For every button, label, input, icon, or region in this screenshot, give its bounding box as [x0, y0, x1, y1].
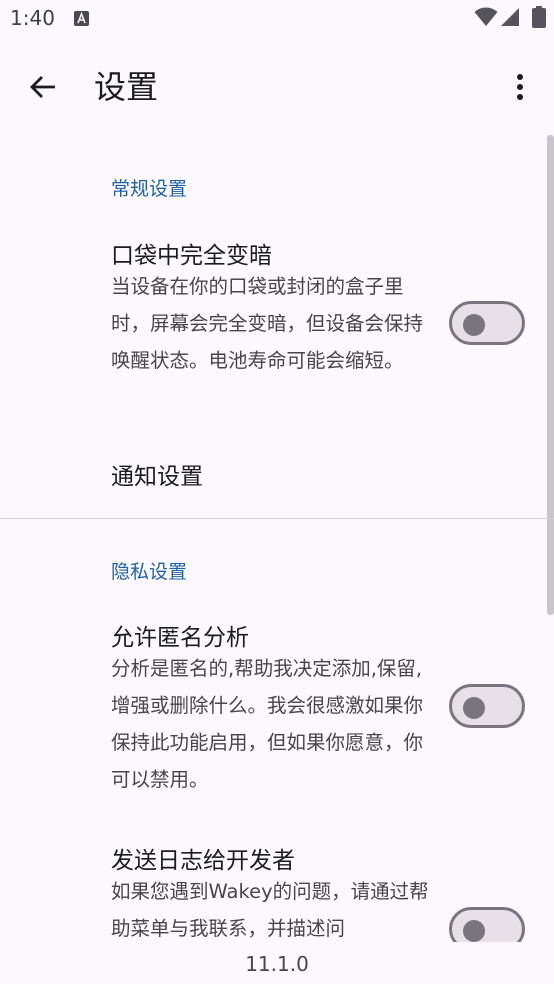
status-bar: 1:40 — [0, 0, 554, 40]
settings-screen: 1:40 设置 常规设置 口袋中完全变暗 当设备在你的口袋或封闭的盒子里时，屏幕… — [0, 0, 554, 984]
status-time: 1:40 — [10, 6, 55, 30]
switch-thumb — [463, 920, 485, 942]
section-header-general: 常规设置 — [111, 178, 188, 200]
arrow-back-icon — [30, 76, 55, 98]
page-title: 设置 — [94, 68, 159, 106]
section-header-privacy: 隐私设置 — [111, 561, 188, 583]
switch-thumb — [463, 697, 485, 719]
dim-in-pocket-switch[interactable] — [449, 301, 525, 345]
app-notification-icon — [74, 11, 89, 26]
more-vert-icon — [517, 74, 523, 100]
pref-send-logs-summary: 如果您遇到Wakey的问题，请通过帮助菜单与我联系，并描述问 — [111, 880, 429, 940]
version-label: 11.1.0 — [245, 952, 309, 976]
scrollbar[interactable] — [547, 135, 554, 615]
pref-dim-in-pocket-summary: 当设备在你的口袋或封闭的盒子里时，屏幕会完全变暗，但设备会保持唤醒状态。电池寿命… — [111, 275, 424, 372]
pref-anonymous-analytics-summary: 分析是匿名的,帮助我决定添加,保留,增强或删除什么。我会很感激如果你保持此功能启… — [111, 657, 424, 791]
more-options-button[interactable] — [502, 66, 538, 108]
switch-thumb — [463, 314, 485, 336]
battery-icon — [532, 6, 546, 32]
wifi-icon — [474, 7, 498, 31]
pref-notification-settings-title: 通知设置 — [111, 464, 203, 490]
app-bar: 设置 — [0, 40, 554, 134]
back-button[interactable] — [22, 66, 64, 108]
signal-icon — [499, 7, 521, 31]
section-divider — [0, 518, 554, 519]
anonymous-analytics-switch[interactable] — [449, 684, 525, 728]
